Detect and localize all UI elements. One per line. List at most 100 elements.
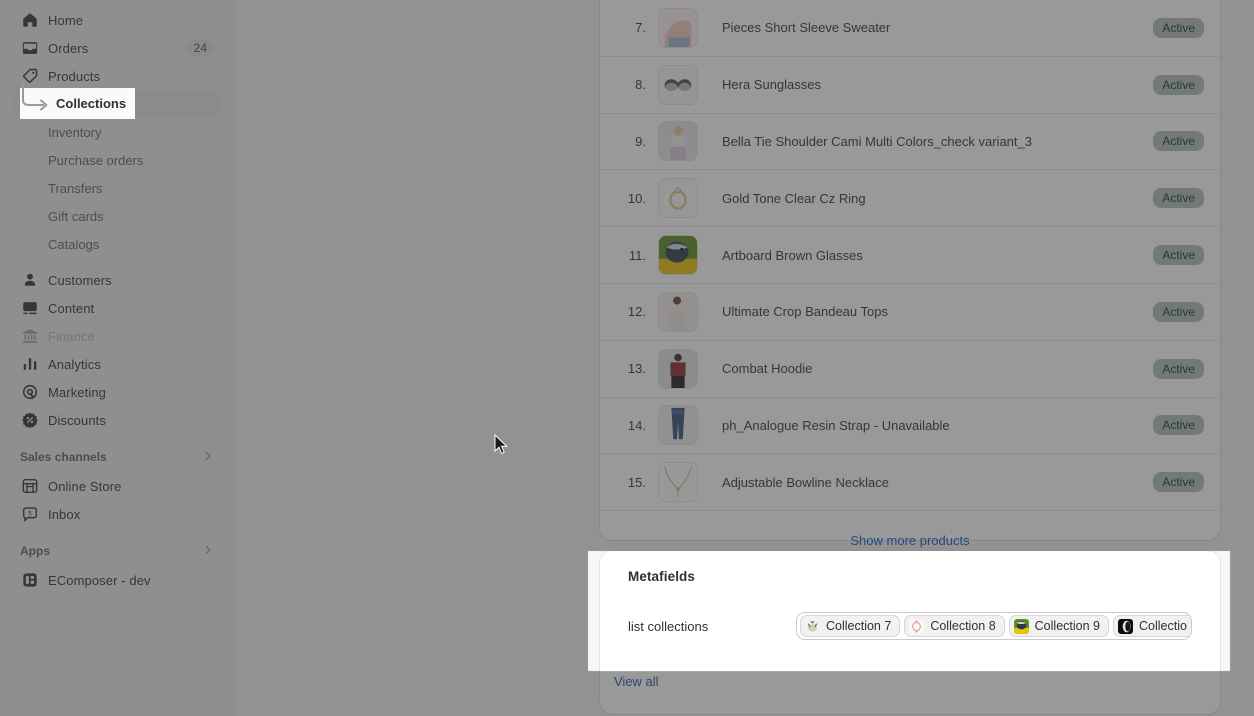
- table-row[interactable]: 13. Combat Hoodie Active: [600, 341, 1220, 398]
- row-index: 12.: [627, 304, 646, 320]
- customer-icon: [20, 270, 40, 290]
- product-title: Gold Tone Clear Cz Ring: [722, 190, 866, 206]
- status-badge: Active: [1153, 188, 1204, 209]
- sidebar-item-label: Online Store: [48, 478, 122, 494]
- collection-thumbnail: [805, 618, 820, 634]
- finance-icon: [20, 326, 40, 346]
- sidebar-item-home[interactable]: Home: [12, 6, 222, 34]
- sidebar-item-label: EComposer - dev: [48, 572, 151, 588]
- content-icon: [20, 298, 40, 318]
- metafield-value-list[interactable]: Collection 7 Collection 8 Collection 9 C…: [796, 612, 1192, 640]
- inbox-icon: 5: [20, 504, 40, 524]
- product-thumbnail: [658, 121, 698, 162]
- sidebar-item-ecomposer[interactable]: EComposer - dev: [12, 566, 222, 594]
- sidebar-subitem-catalogs[interactable]: Catalogs: [12, 230, 222, 258]
- chevron-right-icon[interactable]: [202, 544, 214, 559]
- sidebar-item-content[interactable]: Content: [12, 294, 222, 322]
- sidebar-item-label: Home: [48, 12, 84, 28]
- sidebar-section-label: Sales channels: [20, 450, 107, 464]
- app-root: Home Orders 24 Products Collections Inve…: [0, 0, 1254, 716]
- view-all-link[interactable]: View all: [614, 674, 659, 689]
- sidebar-item-label: Content: [48, 300, 95, 316]
- svg-text:5: 5: [28, 510, 32, 517]
- product-thumbnail: [658, 348, 698, 389]
- collection-chip[interactable]: Collectio: [1112, 615, 1191, 637]
- product-title: Combat Hoodie: [722, 361, 813, 377]
- collection-thumbnail: [909, 618, 925, 634]
- sidebar-item-label: Products: [48, 68, 101, 84]
- sidebar-item-label: Marketing: [48, 384, 106, 400]
- product-thumbnail: [658, 235, 698, 276]
- orders-count-badge: 24: [186, 40, 214, 56]
- sidebar-item-customers[interactable]: Customers: [12, 266, 222, 294]
- sidebar-item-finance[interactable]: Finance: [12, 322, 222, 350]
- sidebar-section-sales-channels[interactable]: Sales channels: [12, 444, 222, 470]
- sidebar-item-discounts[interactable]: Discounts: [12, 406, 222, 434]
- product-thumbnail: [658, 405, 698, 446]
- marketing-icon: [20, 382, 40, 402]
- sidebar-subitem-inventory[interactable]: Inventory: [12, 118, 222, 146]
- product-thumbnail: [658, 291, 698, 332]
- sidebar-item-products[interactable]: Products: [12, 62, 222, 90]
- collection-chip-label: Collection 7: [826, 619, 892, 633]
- sidebar-item-online-store[interactable]: Online Store: [12, 472, 222, 500]
- sidebar-subitem-gift-cards[interactable]: Gift cards: [12, 202, 222, 230]
- row-index: 10.: [627, 190, 646, 206]
- sidebar-subitem-collections[interactable]: Collections: [12, 90, 222, 118]
- product-title: Pieces Short Sleeve Sweater: [722, 20, 891, 36]
- sidebar-item-label: Orders: [48, 40, 89, 56]
- status-badge: Active: [1153, 415, 1204, 436]
- sidebar-subitem-label: Transfers: [48, 180, 103, 196]
- row-index: 15.: [627, 474, 646, 490]
- row-index: 14.: [627, 417, 646, 433]
- metafields-heading: Metafields: [628, 569, 696, 584]
- discount-icon: [20, 410, 40, 430]
- table-row[interactable]: 15. Adjustable Bowline Necklace Active: [600, 454, 1220, 512]
- sidebar-item-marketing[interactable]: Marketing: [12, 378, 222, 406]
- status-badge: Active: [1153, 358, 1204, 379]
- sidebar-subitem-label: Catalogs: [48, 236, 100, 252]
- tag-icon: [20, 66, 40, 86]
- row-index: 9.: [635, 133, 646, 149]
- sidebar-subitem-label: Gift cards: [48, 208, 104, 224]
- product-thumbnail: [658, 7, 698, 48]
- store-icon: [20, 476, 40, 496]
- sidebar-item-label: Discounts: [48, 412, 106, 428]
- status-badge: Active: [1153, 74, 1204, 95]
- metafield-row: list collections Collection 7 Collection…: [628, 612, 1192, 640]
- products-card: 7. Pieces Short Sleeve Sweater Active 8.…: [600, 0, 1220, 548]
- collection-thumbnail: [1117, 618, 1133, 634]
- table-row[interactable]: 7. Pieces Short Sleeve Sweater Active: [600, 0, 1220, 57]
- analytics-icon: [20, 354, 40, 374]
- sidebar-subitem-purchase-orders[interactable]: Purchase orders: [12, 146, 222, 174]
- table-row[interactable]: 8. Hera Sunglasses Active: [600, 57, 1220, 114]
- row-index: 13.: [627, 361, 646, 377]
- row-index: 7.: [635, 20, 646, 36]
- product-title: ph_Analogue Resin Strap - Unavailable: [722, 417, 950, 433]
- table-row[interactable]: 11. Artboard Brown Glasses Active: [600, 227, 1220, 284]
- table-row[interactable]: 9. Bella Tie Shoulder Cami Multi Colors_…: [600, 114, 1220, 171]
- table-row[interactable]: 10. Gold Tone Clear Cz Ring Active: [600, 170, 1220, 228]
- sidebar-item-label: Analytics: [48, 356, 101, 372]
- sidebar-section-label: Apps: [20, 544, 50, 558]
- status-badge: Active: [1153, 245, 1204, 266]
- product-thumbnail: [658, 462, 698, 503]
- sidebar-item-label: Inbox: [48, 506, 81, 522]
- sidebar-section-apps[interactable]: Apps: [12, 538, 222, 564]
- chevron-right-icon[interactable]: [202, 450, 214, 465]
- collection-chip[interactable]: Collection 9: [1008, 615, 1109, 637]
- sidebar-item-label: Finance: [48, 328, 95, 344]
- table-row[interactable]: 14. ph_Analogue Resin Strap - Unavailabl…: [600, 398, 1220, 455]
- table-row[interactable]: 12. Ultimate Crop Bandeau Tops Active: [600, 284, 1220, 341]
- status-badge: Active: [1153, 17, 1204, 38]
- sidebar-item-analytics[interactable]: Analytics: [12, 350, 222, 378]
- sidebar-subitem-label: Collections: [48, 96, 119, 112]
- sidebar-subitem-transfers[interactable]: Transfers: [12, 174, 222, 202]
- collection-chip[interactable]: Collection 8: [904, 615, 1005, 637]
- product-title: Hera Sunglasses: [722, 77, 821, 93]
- sidebar-item-orders[interactable]: Orders 24: [12, 34, 222, 62]
- sidebar-item-inbox[interactable]: 5 Inbox: [12, 500, 222, 528]
- status-badge: Active: [1153, 472, 1204, 493]
- collection-chip[interactable]: Collection 7: [800, 615, 901, 637]
